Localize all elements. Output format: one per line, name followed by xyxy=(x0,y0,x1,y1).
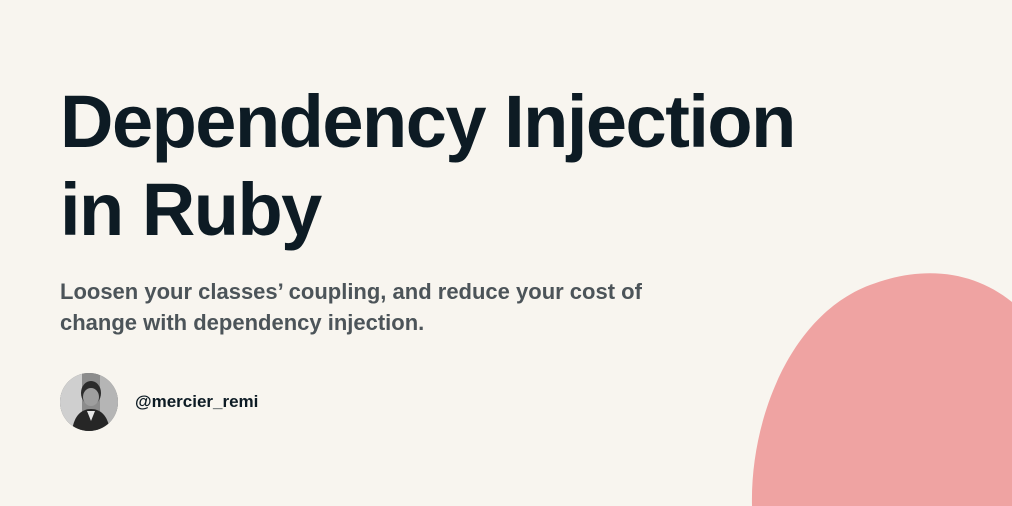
person-photo-icon xyxy=(60,373,118,431)
subtitle: Loosen your classes’ coupling, and reduc… xyxy=(60,279,642,335)
blob-path xyxy=(751,273,1012,506)
cover-card: Dependency Injection in Ruby Loosen your… xyxy=(0,0,1012,506)
title-line-2: in Ruby xyxy=(60,168,322,251)
title-line-1: Dependency Injection xyxy=(60,80,796,163)
avatar xyxy=(60,373,118,431)
author-handle[interactable]: @mercier_remi xyxy=(135,392,258,412)
page-title: Dependency Injection in Ruby xyxy=(60,78,920,254)
author-block: @mercier_remi xyxy=(60,372,258,432)
